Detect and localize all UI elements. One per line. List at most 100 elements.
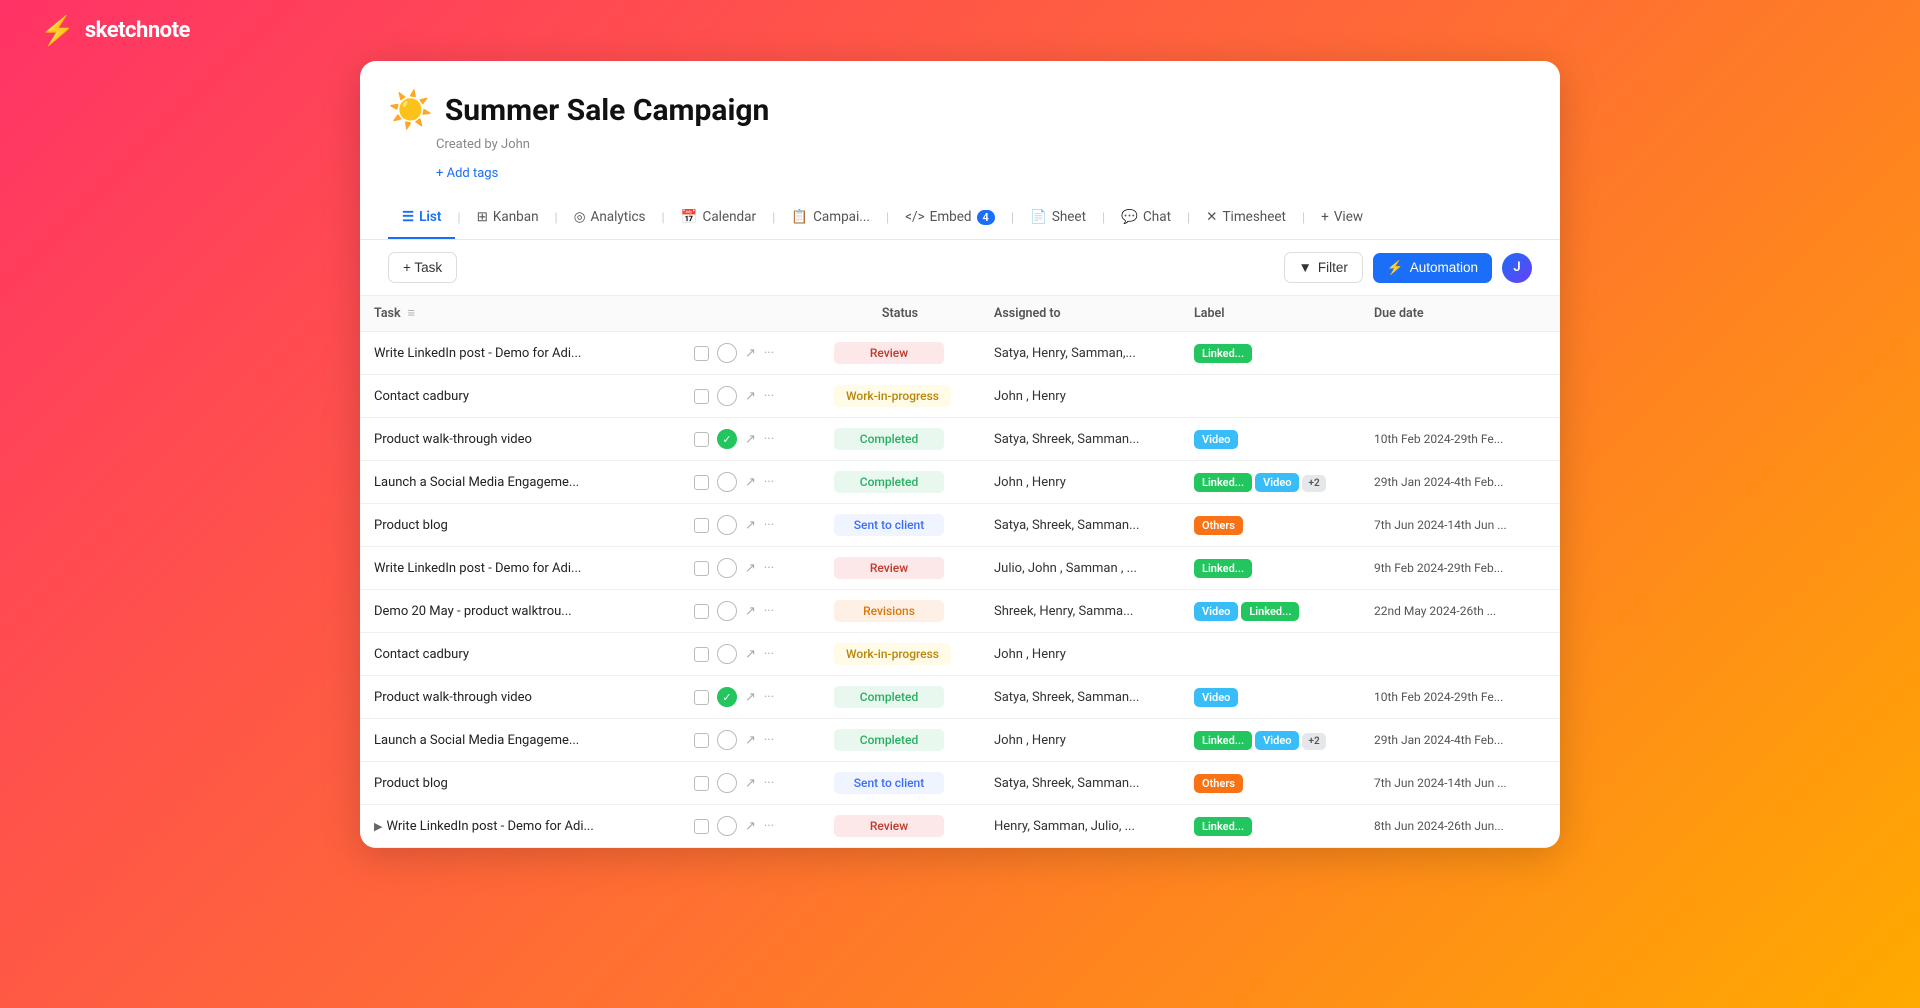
add-tags-button[interactable]: + Add tags <box>436 166 498 181</box>
more-options-icon[interactable]: ··· <box>764 518 774 533</box>
table-row: ▶Write LinkedIn post - Demo for Adi... ↗… <box>360 805 1560 848</box>
due-date-cell: 7th Jun 2024-14th Jun ... <box>1360 762 1560 805</box>
automation-icon: ⚡ <box>1387 260 1404 276</box>
actions-column-header <box>680 296 820 332</box>
task-circle-button[interactable] <box>717 472 737 492</box>
external-link-icon[interactable]: ↗ <box>745 819 756 834</box>
assigned-cell: Shreek, Henry, Samma... <box>980 590 1180 633</box>
external-link-icon[interactable]: ↗ <box>745 389 756 404</box>
more-options-icon[interactable]: ··· <box>764 776 774 791</box>
label-badge: Video <box>1194 602 1238 621</box>
external-link-icon[interactable]: ↗ <box>745 346 756 361</box>
assigned-cell: John , Henry <box>980 375 1180 418</box>
status-cell: Completed <box>820 676 980 719</box>
due-date-cell <box>1360 633 1560 676</box>
tab-calendar[interactable]: 📅 Calendar <box>667 197 770 239</box>
more-options-icon[interactable]: ··· <box>764 819 774 834</box>
assigned-names: Satya, Shreek, Samman... <box>994 776 1139 791</box>
more-options-icon[interactable]: ··· <box>764 389 774 404</box>
task-name-cell: Product walk-through video <box>360 676 680 719</box>
status-badge: Completed <box>834 729 944 751</box>
task-checkbox[interactable] <box>694 475 709 490</box>
more-options-icon[interactable]: ··· <box>764 733 774 748</box>
external-link-icon[interactable]: ↗ <box>745 690 756 705</box>
tab-timesheet[interactable]: ✕ Timesheet <box>1192 197 1300 239</box>
task-complete-icon[interactable]: ✓ <box>717 687 737 707</box>
label-column-header: Label <box>1180 296 1360 332</box>
status-cell: Sent to client <box>820 504 980 547</box>
external-link-icon[interactable]: ↗ <box>745 604 756 619</box>
task-checkbox[interactable] <box>694 389 709 404</box>
task-checkbox[interactable] <box>694 346 709 361</box>
due-date: 7th Jun 2024-14th Jun ... <box>1374 776 1507 790</box>
task-circle-button[interactable] <box>717 601 737 621</box>
label-badge: +2 <box>1302 733 1325 750</box>
more-options-icon[interactable]: ··· <box>764 690 774 705</box>
external-link-icon[interactable]: ↗ <box>745 776 756 791</box>
external-link-icon[interactable]: ↗ <box>745 561 756 576</box>
task-circle-button[interactable] <box>717 730 737 750</box>
external-link-icon[interactable]: ↗ <box>745 432 756 447</box>
task-circle-button[interactable] <box>717 386 737 406</box>
more-options-icon[interactable]: ··· <box>764 604 774 619</box>
tab-kanban[interactable]: ⊞ Kanban <box>463 197 553 239</box>
external-link-icon[interactable]: ↗ <box>745 518 756 533</box>
label-badge: Video <box>1194 430 1238 449</box>
table-body: Write LinkedIn post - Demo for Adi... ↗ … <box>360 332 1560 848</box>
task-circle-button[interactable] <box>717 558 737 578</box>
filter-button[interactable]: ▼ Filter <box>1284 252 1363 283</box>
task-checkbox[interactable] <box>694 733 709 748</box>
status-cell: Completed <box>820 418 980 461</box>
task-checkbox[interactable] <box>694 518 709 533</box>
task-checkbox[interactable] <box>694 819 709 834</box>
tab-analytics[interactable]: ◎ Analytics <box>560 197 660 239</box>
task-name-cell: Demo 20 May - product walktrou... <box>360 590 680 633</box>
assigned-names: John , Henry <box>994 733 1066 748</box>
external-link-icon[interactable]: ↗ <box>745 475 756 490</box>
add-task-button[interactable]: + Task <box>388 252 457 283</box>
external-link-icon[interactable]: ↗ <box>745 647 756 662</box>
tab-view[interactable]: + View <box>1307 197 1377 239</box>
tab-chat[interactable]: 💬 Chat <box>1107 197 1185 239</box>
task-actions-cell: ↗ ··· <box>680 762 820 805</box>
task-checkbox[interactable] <box>694 561 709 576</box>
task-actions-cell: ↗ ··· <box>680 332 820 375</box>
task-name: Launch a Social Media Engageme... <box>374 733 579 748</box>
task-actions-cell: ↗ ··· <box>680 633 820 676</box>
task-col-menu-icon[interactable]: ≡ <box>408 306 415 321</box>
task-circle-button[interactable] <box>717 644 737 664</box>
user-avatar[interactable]: J <box>1502 253 1532 283</box>
row-actions: ↗ ··· <box>694 386 806 406</box>
row-actions: ↗ ··· <box>694 515 806 535</box>
tab-campai[interactable]: 📋 Campai... <box>777 197 884 239</box>
external-link-icon[interactable]: ↗ <box>745 733 756 748</box>
label-cell: Others <box>1180 504 1360 547</box>
task-checkbox[interactable] <box>694 776 709 791</box>
more-options-icon[interactable]: ··· <box>764 647 774 662</box>
tab-sheet[interactable]: 📄 Sheet <box>1016 197 1100 239</box>
more-options-icon[interactable]: ··· <box>764 561 774 576</box>
label-badge: Video <box>1255 473 1299 492</box>
due-date: 10th Feb 2024-29th Fe... <box>1374 432 1503 446</box>
task-circle-button[interactable] <box>717 773 737 793</box>
task-actions-cell: ↗ ··· <box>680 590 820 633</box>
more-options-icon[interactable]: ··· <box>764 346 774 361</box>
more-options-icon[interactable]: ··· <box>764 475 774 490</box>
tab-embed[interactable]: </> Embed 4 <box>891 197 1009 239</box>
table-row: Product blog ↗ ··· Sent to client Satya,… <box>360 762 1560 805</box>
task-circle-button[interactable] <box>717 816 737 836</box>
expand-icon[interactable]: ▶ <box>374 820 382 833</box>
tab-list[interactable]: ☰ List <box>388 197 455 239</box>
task-actions-cell: ↗ ··· <box>680 805 820 848</box>
task-circle-button[interactable] <box>717 515 737 535</box>
assigned-names: John , Henry <box>994 475 1066 490</box>
task-checkbox[interactable] <box>694 604 709 619</box>
more-options-icon[interactable]: ··· <box>764 432 774 447</box>
task-checkbox[interactable] <box>694 432 709 447</box>
task-checkbox[interactable] <box>694 647 709 662</box>
task-checkbox[interactable] <box>694 690 709 705</box>
automation-button[interactable]: ⚡ Automation <box>1373 253 1492 283</box>
task-complete-icon[interactable]: ✓ <box>717 429 737 449</box>
label-badge: Video <box>1194 688 1238 707</box>
task-circle-button[interactable] <box>717 343 737 363</box>
